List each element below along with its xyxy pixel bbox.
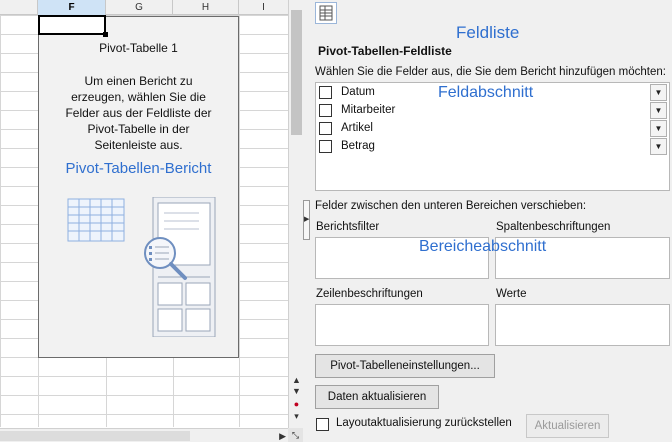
pivot-table-placeholder[interactable]: Pivot-Tabelle 1 Um einen Bericht zu erze… — [38, 16, 239, 358]
description-line: Pivot-Tabelle in der — [87, 122, 190, 136]
row-labels-label: Zeilenbeschriftungen — [316, 288, 423, 300]
horizontal-scrollbar[interactable]: ▶ — [0, 428, 288, 442]
fill-handle[interactable] — [103, 32, 108, 37]
dropdown-arrow-icon[interactable]: ▼ — [650, 138, 667, 155]
panel-title: Pivot-Tabellen-Feldliste — [318, 44, 452, 58]
field-checkbox[interactable] — [319, 140, 332, 153]
field-selection-instruction: Wählen Sie die Felder aus, die Sie dem B… — [315, 66, 666, 78]
description-line: Felder aus der Feldliste der — [65, 106, 212, 120]
field-checkbox[interactable] — [319, 86, 332, 99]
dropdown-arrow-icon[interactable]: ▼ — [650, 84, 667, 101]
vertical-scroll-thumb[interactable] — [291, 10, 302, 135]
defer-layout-label: Layoutaktualisierung zurückstellen — [336, 417, 512, 429]
feldabschnitt-overlay-label: Feldabschnitt — [438, 84, 534, 101]
column-header-row: F G H I — [0, 0, 288, 15]
scroll-end-icon[interactable]: ▾ — [289, 410, 304, 422]
column-header-f[interactable]: F — [38, 0, 106, 15]
field-label: Mitarbeiter — [341, 104, 396, 116]
spreadsheet-area[interactable]: F G H I Pivot-Tabelle 1 Um einen Bericht… — [0, 0, 288, 442]
column-header-h[interactable]: H — [173, 0, 239, 15]
pivot-illustration-icon — [67, 197, 216, 337]
values-label: Werte — [496, 288, 527, 300]
field-label: Betrag — [341, 140, 375, 152]
refresh-data-button[interactable]: Daten aktualisieren — [315, 385, 439, 409]
description-line: Seitenleiste aus. — [94, 138, 183, 152]
field-label: Artikel — [341, 122, 373, 134]
feldliste-overlay-label: Feldliste — [456, 23, 520, 42]
row-labels-area[interactable] — [315, 304, 489, 346]
resize-corner-icon[interactable]: ⤡ — [288, 428, 303, 442]
collapse-sidebar-icon[interactable]: ▶ — [303, 200, 310, 240]
description-line: erzeugen, wählen Sie die — [71, 90, 206, 104]
field-item-betrag[interactable]: Betrag ▼ — [319, 138, 667, 156]
description-line: Um einen Bericht zu — [84, 74, 193, 88]
areas-instruction: Felder zwischen den unteren Bereichen ve… — [315, 200, 587, 212]
column-labels-label: Spaltenbeschriftungen — [496, 221, 611, 233]
pivot-table-title: Pivot-Tabelle 1 — [99, 41, 178, 55]
field-list-layout-icon — [319, 5, 333, 21]
scroll-down-icon[interactable]: ▼ — [289, 385, 304, 397]
vertical-scrollbar[interactable]: ▲ ▼ ● ▾ — [288, 0, 303, 428]
values-area[interactable] — [495, 304, 670, 346]
record-dot-icon[interactable]: ● — [289, 398, 304, 410]
field-checkbox[interactable] — [319, 122, 332, 135]
pivot-table-description: Um einen Bericht zu erzeugen, wählen Sie… — [49, 73, 228, 153]
pivot-report-overlay-label: Pivot-Tabellen-Bericht — [65, 160, 212, 177]
pivot-settings-button[interactable]: Pivot-Tabelleneinstellungen... — [315, 354, 495, 378]
update-button[interactable]: Aktualisieren — [526, 414, 609, 438]
field-item-artikel[interactable]: Artikel ▼ — [319, 120, 667, 138]
field-item-mitarbeiter[interactable]: Mitarbeiter ▼ — [319, 102, 667, 120]
field-list-layout-button[interactable] — [315, 2, 337, 24]
field-checkbox[interactable] — [319, 104, 332, 117]
grid-line — [239, 15, 240, 427]
horizontal-scroll-thumb[interactable] — [0, 431, 190, 441]
column-header-i[interactable]: I — [239, 0, 288, 15]
field-label: Datum — [341, 86, 375, 98]
defer-layout-checkbox[interactable] — [316, 418, 329, 431]
scroll-right-icon[interactable]: ▶ — [279, 429, 286, 442]
column-header-e[interactable] — [0, 0, 38, 15]
active-cell-cursor[interactable] — [38, 15, 108, 37]
dropdown-arrow-icon[interactable]: ▼ — [650, 102, 667, 119]
bereichsabschnitt-overlay-label: Bereicheabschnitt — [419, 238, 547, 255]
report-filter-label: Berichtsfilter — [316, 221, 380, 233]
dropdown-arrow-icon[interactable]: ▼ — [650, 120, 667, 137]
column-header-g[interactable]: G — [106, 0, 173, 15]
